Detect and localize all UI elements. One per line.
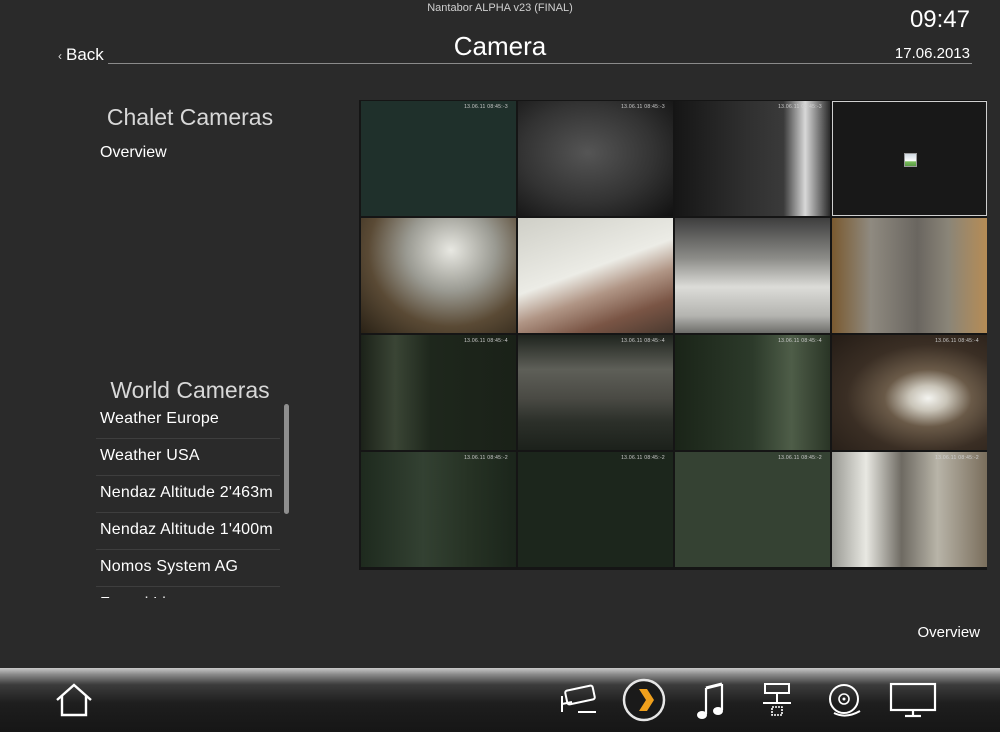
camera-feed[interactable]: 13.06.11 08:45:-2: [361, 452, 516, 567]
camera-timestamp: 13.06.11 08:45:-2: [935, 455, 979, 461]
music-note-icon[interactable]: [694, 680, 728, 722]
camera-feed[interactable]: 13.06.11 08:45:-4: [518, 335, 673, 450]
camera-feed[interactable]: [518, 218, 673, 333]
list-scrollbar[interactable]: [284, 404, 289, 514]
camera-timestamp: 13.06.11 08:45:-4: [935, 338, 979, 344]
camera-feed[interactable]: 13.06.11 08:45:-4: [832, 335, 987, 450]
media-disc-icon[interactable]: [826, 681, 866, 721]
camera-feed[interactable]: 13.06.11 08:45:-3: [518, 101, 673, 216]
clock: 09:47: [909, 6, 970, 33]
page-title: Camera: [453, 31, 547, 61]
app-title: Nantabor ALPHA v23 (FINAL): [427, 2, 573, 14]
tv-monitor-icon[interactable]: [888, 682, 938, 718]
camera-timestamp: 13.06.11 08:45:-2: [464, 455, 508, 461]
camera-feed[interactable]: 13.06.11 08:45:-4: [675, 335, 830, 450]
camera-timestamp: 13.06.11 08:45:-3: [621, 104, 665, 110]
chalet-cameras-heading: Chalet Cameras: [106, 104, 274, 130]
list-item[interactable]: Weather Europe: [96, 402, 280, 439]
overview-button[interactable]: Overview: [917, 624, 980, 641]
broken-image-icon: [904, 153, 917, 167]
camera-timestamp: 13.06.11 08:45:-2: [621, 455, 665, 461]
list-item[interactable]: Weather USA: [96, 439, 280, 476]
network-device-icon[interactable]: [760, 681, 794, 719]
overview-link[interactable]: Overview: [100, 144, 167, 162]
plex-icon[interactable]: [622, 678, 666, 722]
camera-feed[interactable]: [832, 218, 987, 333]
camera-feed[interactable]: 13.06.11 08:45:-2: [675, 452, 830, 567]
bottom-navigation-bar: [0, 668, 1000, 732]
camera-feed[interactable]: 13.06.11 08:45:-3: [675, 101, 830, 216]
camera-timestamp: 13.06.11 08:45:-4: [621, 338, 665, 344]
world-cameras-heading: World Cameras: [110, 377, 270, 403]
camera-feed[interactable]: 13.06.11 08:45:-2: [832, 452, 987, 567]
list-item[interactable]: Nendaz Altitude 2'463m: [96, 476, 280, 513]
world-cameras-list: Weather Europe Weather USA Nendaz Altitu…: [96, 402, 280, 598]
camera-timestamp: 13.06.11 08:45:-3: [464, 104, 508, 110]
list-item[interactable]: Ferrari Live: [96, 587, 280, 598]
camera-timestamp: 13.06.11 08:45:-4: [464, 338, 508, 344]
camera-feed[interactable]: [361, 218, 516, 333]
camera-feed[interactable]: 13.06.11 08:45:-3: [361, 101, 516, 216]
list-item[interactable]: Nomos System AG: [96, 550, 280, 587]
camera-timestamp: 13.06.11 08:45:-3: [778, 104, 822, 110]
camera-timestamp: 13.06.11 08:45:-2: [778, 455, 822, 461]
security-camera-icon[interactable]: [554, 684, 600, 716]
camera-timestamp: 13.06.11 08:45:-4: [778, 338, 822, 344]
camera-grid: 13.06.11 08:45:-3 13.06.11 08:45:-3 13.0…: [359, 100, 987, 570]
home-icon[interactable]: [54, 682, 94, 718]
camera-feed[interactable]: 13.06.11 08:45:-4: [361, 335, 516, 450]
camera-feed[interactable]: [832, 101, 987, 216]
list-item[interactable]: Nendaz Altitude 1'400m: [96, 513, 280, 550]
camera-feed[interactable]: [675, 218, 830, 333]
header-divider: [108, 63, 972, 64]
camera-feed[interactable]: 13.06.11 08:45:-2: [518, 452, 673, 567]
